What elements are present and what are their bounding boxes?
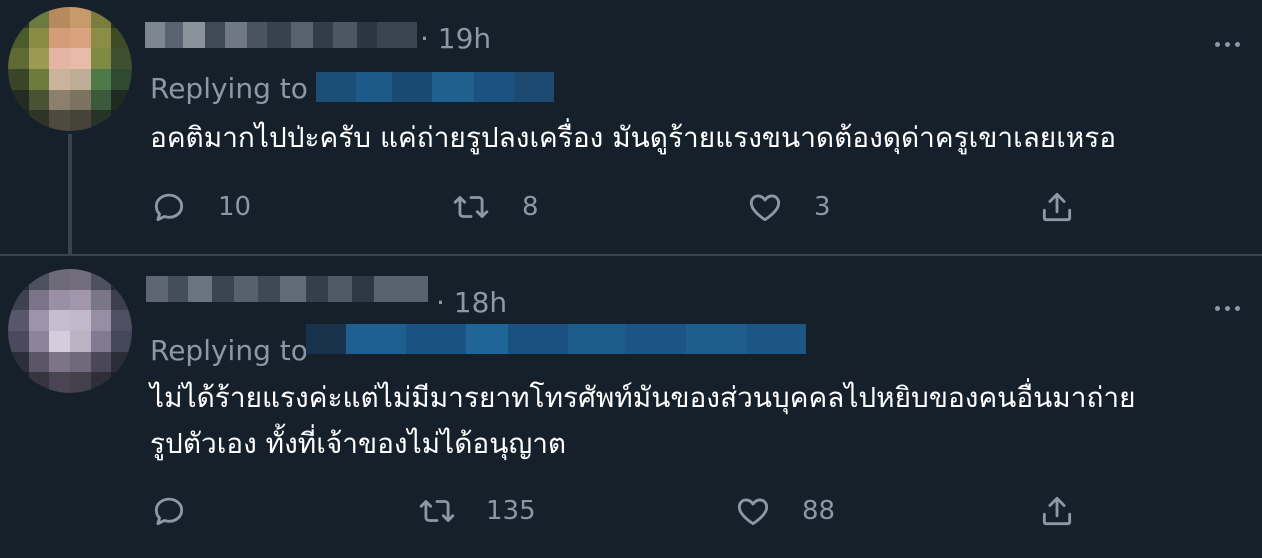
like-icon — [749, 194, 781, 222]
tweet-text-line-1: ไม่ได้ร้ายแรงค่ะแต่ไม่มีมารยาทโทรศัพท์มั… — [150, 381, 1136, 414]
tweet-text: อคติมากไปป่ะครับ แค่ถ่ายรูปลงเครื่อง มัน… — [150, 121, 1117, 154]
thread-line — [68, 134, 72, 254]
share-icon — [1042, 496, 1072, 526]
replying-to-label: Replying to — [150, 334, 308, 367]
timestamp[interactable]: · 19h — [420, 22, 491, 55]
reply-icon — [154, 193, 184, 222]
more-icon[interactable] — [1210, 28, 1240, 53]
avatar[interactable] — [8, 7, 132, 131]
avatar[interactable] — [8, 269, 132, 393]
display-name[interactable] — [145, 22, 417, 48]
tweet-1[interactable]: · 19h Replying to อคติมากไปป่ะครับ แค่ถ่… — [0, 0, 1262, 255]
reply-icon — [154, 497, 184, 526]
replying-to-handle[interactable] — [306, 324, 806, 354]
display-name[interactable] — [146, 276, 428, 302]
reply-button[interactable] — [150, 492, 218, 530]
more-icon[interactable] — [1210, 292, 1240, 317]
share-button[interactable] — [1038, 492, 1076, 530]
retweet-button[interactable]: 135 — [418, 492, 536, 530]
tweet-text-line-2: รูปตัวเอง ทั้งที่เจ้าของไม่ได้อนุญาต — [150, 427, 567, 460]
like-button[interactable]: 88 — [734, 492, 835, 530]
share-icon — [1042, 192, 1072, 222]
retweet-count: 8 — [522, 192, 539, 222]
like-icon — [737, 498, 769, 526]
like-button[interactable]: 3 — [746, 188, 831, 226]
retweet-icon — [453, 196, 489, 218]
timestamp[interactable]: · 18h — [436, 286, 507, 319]
tweet-2[interactable]: · 18h Replying to ไม่ได้ร้ายแรงค่ะแต่ไม่… — [0, 255, 1262, 558]
retweet-button[interactable]: 8 — [452, 188, 539, 226]
reply-count: 10 — [218, 192, 252, 222]
retweet-count: 135 — [486, 496, 536, 526]
reply-button[interactable]: 10 — [150, 188, 251, 226]
retweet-icon — [419, 500, 455, 522]
replying-to-handle[interactable] — [316, 72, 554, 102]
replying-to-label: Replying to — [150, 72, 308, 105]
like-count: 88 — [802, 496, 836, 526]
like-count: 3 — [814, 192, 831, 222]
share-button[interactable] — [1038, 188, 1076, 226]
